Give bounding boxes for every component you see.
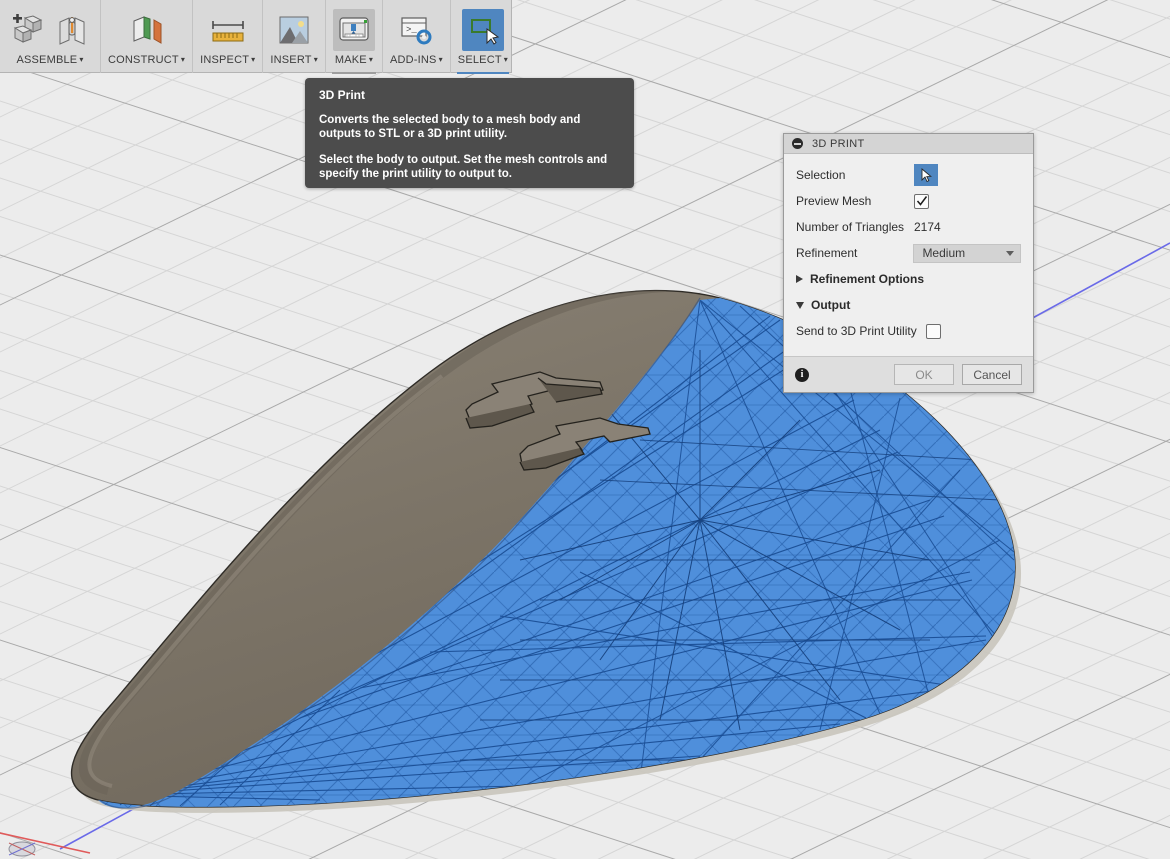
section-label-output: Output [811, 298, 851, 312]
label-preview-mesh: Preview Mesh [796, 194, 872, 208]
toolbar-text-construct: CONSTRUCT [108, 54, 179, 66]
active-tab-underline-select [456, 72, 509, 74]
svg-text:>_: >_ [406, 25, 417, 35]
measure-ruler-icon[interactable] [207, 9, 249, 51]
toolbar-label-addins: ADD-INS ▾ [390, 54, 443, 66]
toolbar-text-insert: INSERT [270, 54, 312, 66]
chevron-down-icon[interactable] [1006, 250, 1014, 256]
row-preview-mesh[interactable]: Preview Mesh [784, 188, 1033, 214]
toolbar-text-select: SELECT [457, 54, 502, 66]
chevron-down-icon[interactable]: ▾ [181, 55, 185, 64]
dropdown-refinement-value: Medium [922, 246, 966, 260]
dialog-title-bar[interactable]: 3D PRINT [784, 134, 1033, 154]
script-addin-icon[interactable]: >_ [395, 9, 437, 51]
dialog-footer: i OK Cancel [784, 356, 1033, 392]
chevron-down-icon[interactable]: ▾ [251, 55, 255, 64]
toolbar-group-addins[interactable]: >_ ADD-INS ▾ [383, 0, 451, 73]
row-send-to-3d-print-utility[interactable]: Send to 3D Print Utility [784, 318, 1033, 344]
toolbar-label-make: MAKE ▾ [335, 54, 373, 66]
label-refinement: Refinement [796, 246, 858, 260]
triangle-right-icon[interactable] [796, 275, 803, 283]
toolbar-group-insert[interactable]: INSERT ▾ [263, 0, 326, 73]
dialog-title-text: 3D PRINT [812, 137, 865, 150]
dialog-body: Selection Preview Mesh Number of Triangl… [784, 154, 1033, 356]
toolbar-label-assemble: ASSEMBLE ▾ [16, 54, 83, 66]
toolbar-group-make[interactable]: MAKE ▾ [326, 0, 383, 74]
toolbar-label-insert: INSERT ▾ [270, 54, 318, 66]
toolbar-text-inspect: INSPECT [200, 54, 250, 66]
toolbar-group-assemble[interactable]: ASSEMBLE ▾ [0, 0, 101, 73]
select-cursor-icon[interactable] [914, 164, 938, 186]
main-toolbar: ASSEMBLE ▾ CONSTRUCT ▾ INSPECT ▾ INSERT … [0, 0, 515, 74]
triangle-down-icon[interactable] [796, 301, 804, 309]
toolbar-label-select: SELECT ▾ [458, 54, 508, 66]
tooltip-paragraph-2: Select the body to output. Set the mesh … [319, 154, 608, 180]
chevron-down-icon[interactable]: ▾ [79, 55, 83, 64]
toolbar-label-construct: CONSTRUCT ▾ [108, 54, 185, 66]
section-label-refinement-options: Refinement Options [810, 272, 925, 286]
chevron-down-icon[interactable]: ▾ [369, 55, 373, 64]
select-window-icon[interactable] [461, 9, 504, 51]
checkbox-send-to-3d-print-utility[interactable] [926, 323, 941, 339]
checkbox-preview-mesh[interactable] [914, 193, 929, 209]
section-output[interactable]: Output [784, 292, 1033, 318]
assemble-joint-icon[interactable] [7, 9, 49, 51]
fusion-360-window: ASSEMBLE ▾ CONSTRUCT ▾ INSPECT ▾ INSERT … [0, 0, 1170, 859]
row-number-of-triangles: Number of Triangles 2174 [784, 214, 1033, 240]
toolbar-group-select[interactable]: SELECT ▾ [451, 0, 515, 74]
ok-button[interactable]: OK [894, 364, 954, 385]
dropdown-refinement[interactable]: Medium [913, 243, 1021, 263]
toolbar-group-inspect[interactable]: INSPECT ▾ [193, 0, 264, 73]
chevron-down-icon[interactable]: ▾ [439, 55, 443, 64]
info-icon[interactable]: i [795, 367, 809, 382]
toolbar-text-addins: ADD-INS [389, 54, 437, 66]
label-selection: Selection [796, 168, 846, 182]
insert-image-icon[interactable] [273, 9, 315, 51]
label-send-to-3d-print-utility: Send to 3D Print Utility [796, 324, 917, 338]
3d-printer-icon[interactable] [332, 9, 375, 51]
tooltip-title: 3D Print [319, 88, 366, 102]
cancel-button[interactable]: Cancel [962, 364, 1022, 385]
joint-icon[interactable] [51, 9, 93, 51]
chevron-down-icon[interactable]: ▾ [504, 55, 508, 64]
chevron-down-icon[interactable]: ▾ [314, 55, 318, 64]
minus-circle-icon[interactable] [792, 138, 803, 149]
active-tab-underline-make [331, 72, 376, 74]
toolbar-label-inspect: INSPECT ▾ [200, 54, 255, 66]
tooltip-3d-print: 3D Print Converts the selected body to a… [305, 78, 634, 188]
construct-plane-icon[interactable] [126, 9, 168, 51]
section-refinement-options[interactable]: Refinement Options [784, 266, 1033, 292]
tooltip-paragraph-1: Converts the selected body to a mesh bod… [319, 114, 581, 140]
row-selection[interactable]: Selection [784, 162, 1033, 188]
toolbar-text-make: MAKE [334, 54, 367, 66]
value-number-of-triangles: 2174 [914, 220, 941, 234]
label-number-of-triangles: Number of Triangles [796, 220, 905, 234]
3d-print-dialog[interactable]: 3D PRINT Selection Preview Mesh Number o… [783, 133, 1034, 393]
row-refinement[interactable]: Refinement Medium [784, 240, 1033, 266]
toolbar-group-construct[interactable]: CONSTRUCT ▾ [101, 0, 194, 73]
toolbar-text-assemble: ASSEMBLE [16, 54, 78, 66]
